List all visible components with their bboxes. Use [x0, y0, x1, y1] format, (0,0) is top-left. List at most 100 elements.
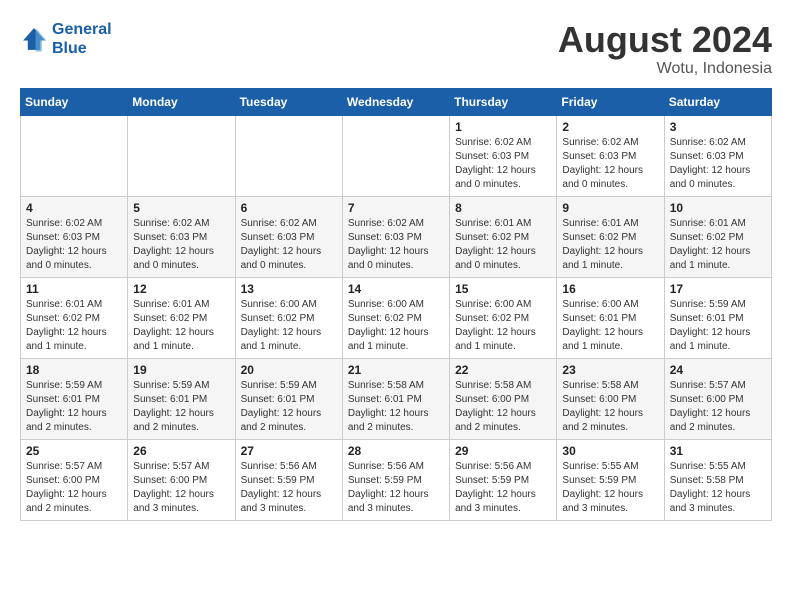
day-info: Sunrise: 6:00 AM Sunset: 6:02 PM Dayligh… — [241, 298, 337, 354]
calendar-cell: 19Sunrise: 5:59 AM Sunset: 6:01 PM Dayli… — [128, 358, 235, 439]
calendar-week-1: 1 Sunrise: 6:02 AM Sunset: 6:03 PM Daylig… — [21, 115, 772, 196]
day-number: 3 — [670, 120, 766, 134]
weekday-header-monday: Monday — [128, 88, 235, 115]
day-number: 5 — [133, 201, 229, 215]
day-number: 9 — [562, 201, 658, 215]
day-info: Sunrise: 5:59 AM Sunset: 6:01 PM Dayligh… — [241, 379, 337, 435]
calendar-week-5: 25 Sunrise: 5:57 AM Sunset: 6:00 PM Dayli… — [21, 439, 772, 520]
day-info: Sunrise: 6:02 AM Sunset: 6:03 PM Dayligh… — [348, 217, 444, 273]
day-number: 2 — [562, 120, 658, 134]
calendar-cell: 5 Sunrise: 6:02 AM Sunset: 6:03 PM Daylig… — [128, 196, 235, 277]
calendar-cell: 25 Sunrise: 5:57 AM Sunset: 6:00 PM Dayli… — [21, 439, 128, 520]
day-info: Sunrise: 5:55 AM Sunset: 5:59 PM Dayligh… — [562, 460, 658, 516]
calendar-cell: 16 Sunrise: 6:00 AM Sunset: 6:01 PM Dayli… — [557, 277, 664, 358]
day-number: 24 — [670, 363, 766, 377]
day-number: 16 — [562, 282, 658, 296]
weekday-header-saturday: Saturday — [664, 88, 771, 115]
calendar-cell: 23 Sunrise: 5:58 AM Sunset: 6:00 PM Dayli… — [557, 358, 664, 439]
day-number: 28 — [348, 444, 444, 458]
day-info: Sunrise: 6:00 AM Sunset: 6:02 PM Dayligh… — [455, 298, 551, 354]
calendar-week-2: 4 Sunrise: 6:02 AM Sunset: 6:03 PM Daylig… — [21, 196, 772, 277]
day-info: Sunrise: 6:01 AM Sunset: 6:02 PM Dayligh… — [26, 298, 122, 354]
day-info: Sunrise: 5:55 AM Sunset: 5:58 PM Dayligh… — [670, 460, 766, 516]
calendar-cell: 14 Sunrise: 6:00 AM Sunset: 6:02 PM Dayli… — [342, 277, 449, 358]
day-info: Sunrise: 5:59 AM Sunset: 6:01 PM Dayligh… — [26, 379, 122, 435]
calendar-cell: 4 Sunrise: 6:02 AM Sunset: 6:03 PM Daylig… — [21, 196, 128, 277]
calendar-table: SundayMondayTuesdayWednesdayThursdayFrid… — [20, 88, 772, 521]
day-number: 20 — [241, 363, 337, 377]
calendar-cell: 1 Sunrise: 6:02 AM Sunset: 6:03 PM Daylig… — [450, 115, 557, 196]
day-info: Sunrise: 6:02 AM Sunset: 6:03 PM Dayligh… — [670, 136, 766, 192]
calendar-cell: 2Sunrise: 6:02 AM Sunset: 6:03 PM Daylig… — [557, 115, 664, 196]
calendar-cell: 11 Sunrise: 6:01 AM Sunset: 6:02 PM Dayli… — [21, 277, 128, 358]
calendar-cell: 10 Sunrise: 6:01 AM Sunset: 6:02 PM Dayli… — [664, 196, 771, 277]
day-info: Sunrise: 6:01 AM Sunset: 6:02 PM Dayligh… — [670, 217, 766, 273]
calendar-cell: 24 Sunrise: 5:57 AM Sunset: 6:00 PM Dayli… — [664, 358, 771, 439]
day-number: 31 — [670, 444, 766, 458]
location-subtitle: Wotu, Indonesia — [558, 60, 772, 78]
logo: General Blue — [20, 20, 112, 58]
calendar-cell — [342, 115, 449, 196]
calendar-week-4: 18Sunrise: 5:59 AM Sunset: 6:01 PM Dayli… — [21, 358, 772, 439]
day-number: 22 — [455, 363, 551, 377]
day-info: Sunrise: 6:02 AM Sunset: 6:03 PM Dayligh… — [133, 217, 229, 273]
calendar-cell: 29 Sunrise: 5:56 AM Sunset: 5:59 PM Dayli… — [450, 439, 557, 520]
day-info: Sunrise: 6:02 AM Sunset: 6:03 PM Dayligh… — [241, 217, 337, 273]
calendar-cell: 13Sunrise: 6:00 AM Sunset: 6:02 PM Dayli… — [235, 277, 342, 358]
weekday-header-row: SundayMondayTuesdayWednesdayThursdayFrid… — [21, 88, 772, 115]
calendar-cell: 31 Sunrise: 5:55 AM Sunset: 5:58 PM Dayli… — [664, 439, 771, 520]
page-header: General Blue August 2024 Wotu, Indonesia — [20, 20, 772, 78]
day-number: 1 — [455, 120, 551, 134]
day-info: Sunrise: 5:56 AM Sunset: 5:59 PM Dayligh… — [241, 460, 337, 516]
day-number: 25 — [26, 444, 122, 458]
day-number: 11 — [26, 282, 122, 296]
day-number: 30 — [562, 444, 658, 458]
calendar-cell — [21, 115, 128, 196]
day-info: Sunrise: 5:59 AM Sunset: 6:01 PM Dayligh… — [133, 379, 229, 435]
calendar-cell: 8 Sunrise: 6:01 AM Sunset: 6:02 PM Daylig… — [450, 196, 557, 277]
month-year-title: August 2024 — [558, 20, 772, 60]
day-info: Sunrise: 5:56 AM Sunset: 5:59 PM Dayligh… — [348, 460, 444, 516]
day-number: 10 — [670, 201, 766, 215]
day-info: Sunrise: 6:02 AM Sunset: 6:03 PM Dayligh… — [455, 136, 551, 192]
day-info: Sunrise: 6:01 AM Sunset: 6:02 PM Dayligh… — [455, 217, 551, 273]
day-info: Sunrise: 6:01 AM Sunset: 6:02 PM Dayligh… — [562, 217, 658, 273]
calendar-cell: 27Sunrise: 5:56 AM Sunset: 5:59 PM Dayli… — [235, 439, 342, 520]
day-number: 23 — [562, 363, 658, 377]
day-info: Sunrise: 5:59 AM Sunset: 6:01 PM Dayligh… — [670, 298, 766, 354]
day-info: Sunrise: 5:57 AM Sunset: 6:00 PM Dayligh… — [670, 379, 766, 435]
day-number: 15 — [455, 282, 551, 296]
calendar-cell: 18Sunrise: 5:59 AM Sunset: 6:01 PM Dayli… — [21, 358, 128, 439]
day-number: 26 — [133, 444, 229, 458]
day-info: Sunrise: 5:58 AM Sunset: 6:00 PM Dayligh… — [455, 379, 551, 435]
day-number: 12 — [133, 282, 229, 296]
logo-icon — [20, 25, 48, 53]
day-number: 14 — [348, 282, 444, 296]
day-info: Sunrise: 5:57 AM Sunset: 6:00 PM Dayligh… — [133, 460, 229, 516]
day-info: Sunrise: 6:00 AM Sunset: 6:01 PM Dayligh… — [562, 298, 658, 354]
day-number: 8 — [455, 201, 551, 215]
day-info: Sunrise: 6:02 AM Sunset: 6:03 PM Dayligh… — [26, 217, 122, 273]
day-number: 6 — [241, 201, 337, 215]
day-number: 29 — [455, 444, 551, 458]
day-info: Sunrise: 5:57 AM Sunset: 6:00 PM Dayligh… — [26, 460, 122, 516]
calendar-cell: 3 Sunrise: 6:02 AM Sunset: 6:03 PM Daylig… — [664, 115, 771, 196]
calendar-cell: 7Sunrise: 6:02 AM Sunset: 6:03 PM Daylig… — [342, 196, 449, 277]
weekday-header-tuesday: Tuesday — [235, 88, 342, 115]
logo-text: General Blue — [52, 20, 112, 58]
day-number: 17 — [670, 282, 766, 296]
day-info: Sunrise: 6:01 AM Sunset: 6:02 PM Dayligh… — [133, 298, 229, 354]
calendar-cell: 21Sunrise: 5:58 AM Sunset: 6:01 PM Dayli… — [342, 358, 449, 439]
day-number: 4 — [26, 201, 122, 215]
weekday-header-wednesday: Wednesday — [342, 88, 449, 115]
day-info: Sunrise: 5:58 AM Sunset: 6:00 PM Dayligh… — [562, 379, 658, 435]
calendar-cell: 17 Sunrise: 5:59 AM Sunset: 6:01 PM Dayli… — [664, 277, 771, 358]
day-info: Sunrise: 6:00 AM Sunset: 6:02 PM Dayligh… — [348, 298, 444, 354]
day-info: Sunrise: 5:56 AM Sunset: 5:59 PM Dayligh… — [455, 460, 551, 516]
calendar-cell: 28 Sunrise: 5:56 AM Sunset: 5:59 PM Dayli… — [342, 439, 449, 520]
calendar-cell: 9 Sunrise: 6:01 AM Sunset: 6:02 PM Daylig… — [557, 196, 664, 277]
weekday-header-thursday: Thursday — [450, 88, 557, 115]
calendar-cell: 20 Sunrise: 5:59 AM Sunset: 6:01 PM Dayli… — [235, 358, 342, 439]
calendar-cell: 15 Sunrise: 6:00 AM Sunset: 6:02 PM Dayli… — [450, 277, 557, 358]
calendar-week-3: 11 Sunrise: 6:01 AM Sunset: 6:02 PM Dayli… — [21, 277, 772, 358]
